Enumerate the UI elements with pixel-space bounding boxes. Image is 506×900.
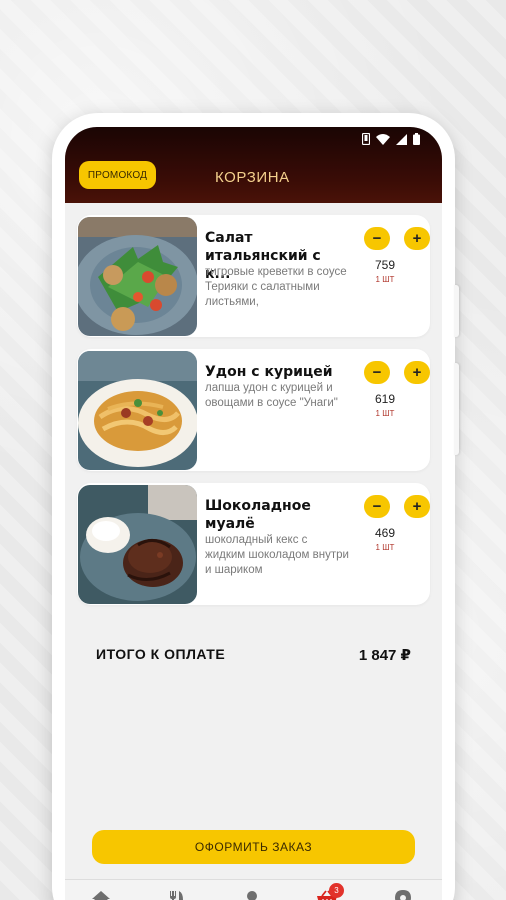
item-quantity: 1 ШТ <box>375 275 395 284</box>
item-description: лапша удон с курицей и овощами в соусе "… <box>205 382 338 409</box>
total-label: ИТОГО К ОПЛАТЕ <box>96 646 226 662</box>
tab-location[interactable] <box>391 890 415 900</box>
header-bar: ПРОМОКОД КОРЗИНА <box>65 127 442 203</box>
decrease-quantity-button[interactable]: − <box>364 361 390 384</box>
menu-icon <box>170 891 183 900</box>
item-description: шоколадный кекс с жидким шоколадом внутр… <box>205 534 349 576</box>
battery-icon <box>413 133 420 145</box>
item-quantity: 1 ШТ <box>375 409 395 418</box>
promo-code-button[interactable]: ПРОМОКОД <box>79 161 156 189</box>
tab-cart[interactable]: 3 <box>315 883 344 900</box>
phone-frame: ПРОМОКОД КОРЗИНА Салат итальянский с к..… <box>52 113 459 900</box>
salad-image <box>78 217 197 336</box>
tab-profile[interactable] <box>240 890 264 900</box>
decrease-quantity-button[interactable]: − <box>364 227 390 250</box>
item-name: Шоколадное муалё <box>205 498 311 532</box>
tab-menu[interactable] <box>164 890 188 900</box>
power-button <box>454 363 459 455</box>
bottom-tab-bar: 3 <box>65 879 442 900</box>
page-title: КОРЗИНА <box>215 169 290 186</box>
phone-icon <box>362 133 370 145</box>
item-price: 619 <box>374 392 396 406</box>
cart-item[interactable]: Салат итальянский с к... тигровые кревет… <box>77 215 430 337</box>
item-price: 759 <box>374 258 396 272</box>
app-screen: ПРОМОКОД КОРЗИНА Салат итальянский с к..… <box>65 127 442 900</box>
increase-quantity-button[interactable]: + <box>404 227 430 250</box>
item-description: тигровые креветки в соусе Терияки с сала… <box>205 266 347 308</box>
item-quantity: 1 ШТ <box>375 543 395 552</box>
wifi-icon <box>376 133 390 145</box>
fondant-image <box>78 485 197 604</box>
total-value: 1 847 ₽ <box>358 647 411 664</box>
tab-home[interactable] <box>89 890 113 900</box>
profile-icon <box>247 891 257 900</box>
udon-image <box>78 351 197 470</box>
place-order-button[interactable]: ОФОРМИТЬ ЗАКАЗ <box>92 830 415 864</box>
cart-item[interactable]: Шоколадное муалё шоколадный кекс с жидки… <box>77 483 430 605</box>
decrease-quantity-button[interactable]: − <box>364 495 390 518</box>
volume-button <box>454 285 459 337</box>
location-icon <box>395 890 411 900</box>
item-name: Удон с курицей <box>205 364 333 380</box>
status-bar <box>362 131 420 147</box>
home-icon <box>92 891 110 900</box>
cart-count-badge: 3 <box>329 883 344 898</box>
increase-quantity-button[interactable]: + <box>404 361 430 384</box>
item-price: 469 <box>374 526 396 540</box>
increase-quantity-button[interactable]: + <box>404 495 430 518</box>
signal-icon <box>396 133 407 145</box>
cart-item[interactable]: Удон с курицей лапша удон с курицей и ов… <box>77 349 430 471</box>
